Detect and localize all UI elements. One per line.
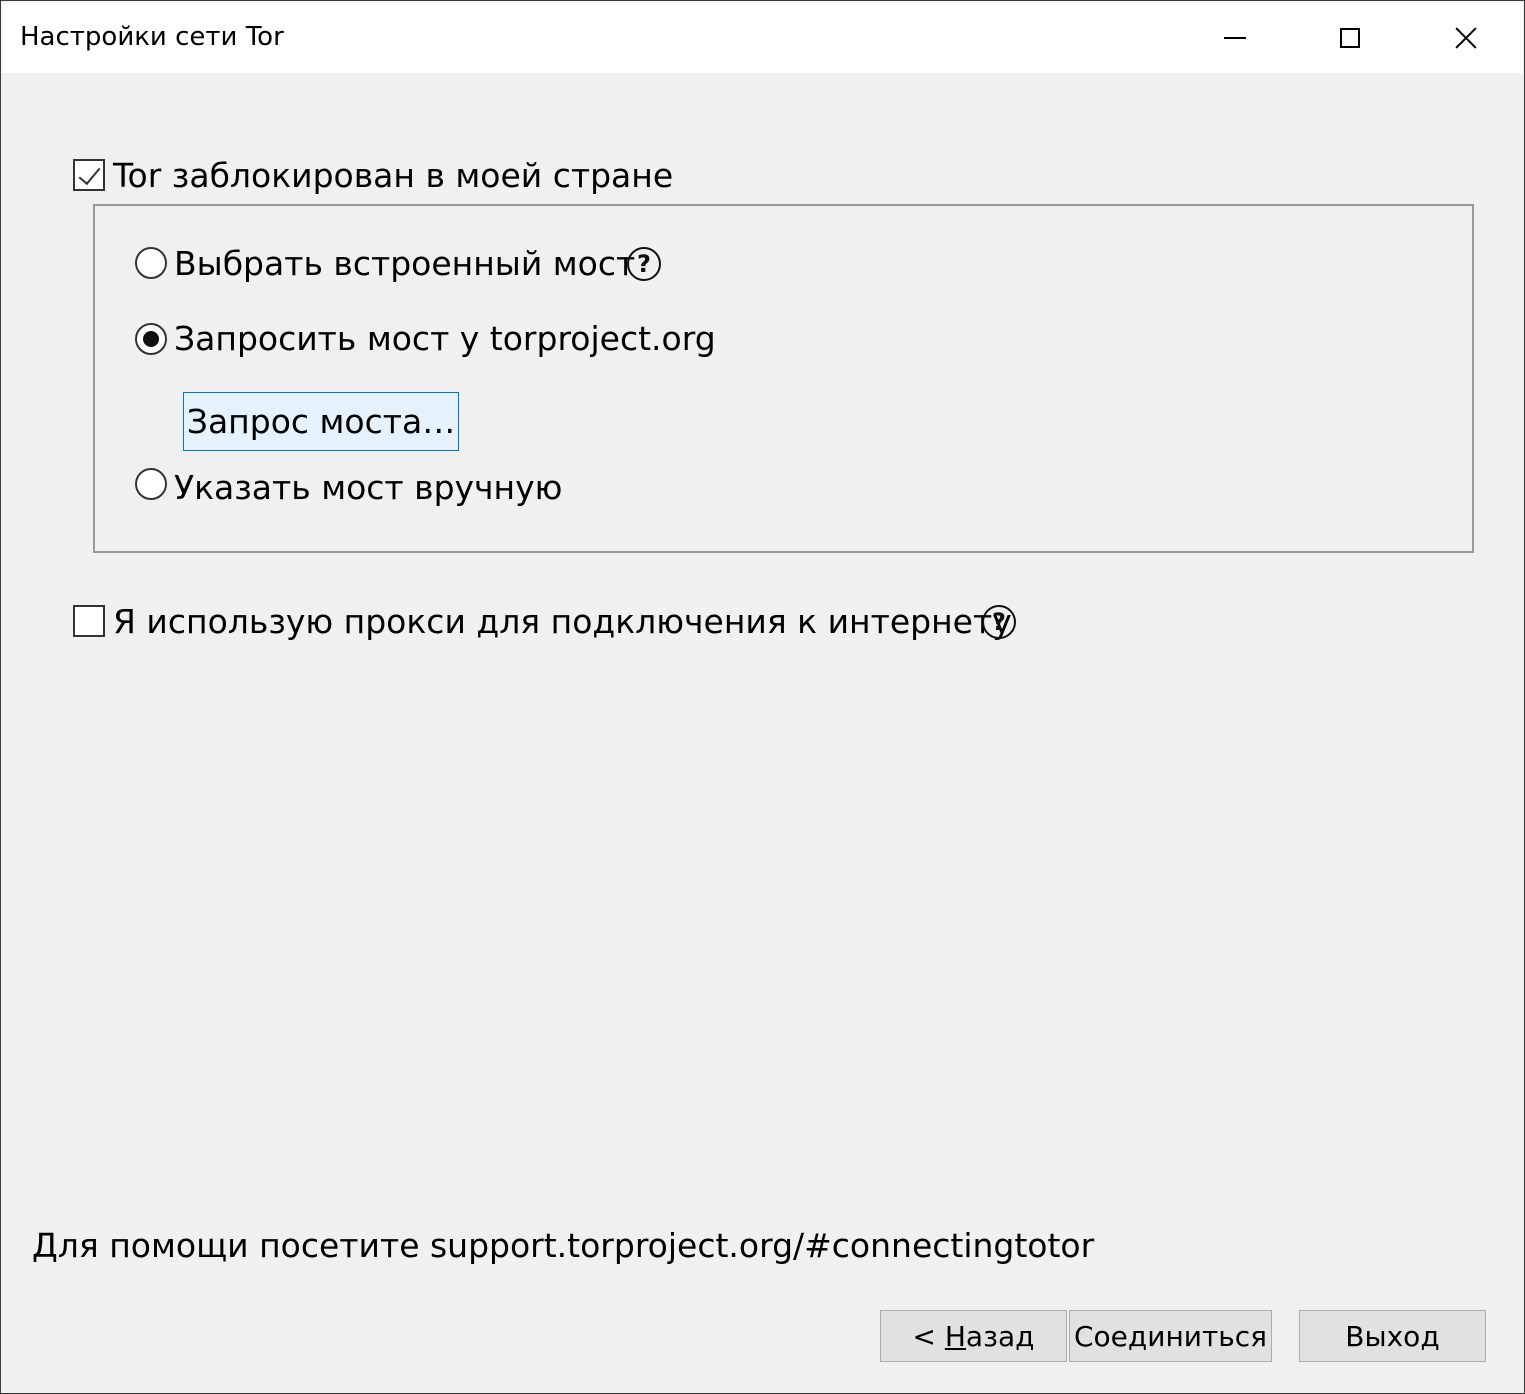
proxy-help-icon[interactable]: ? [982,605,1016,639]
close-icon [1455,27,1477,49]
radio-manual-bridge[interactable] [135,468,167,500]
back-prefix: < [912,1319,945,1353]
exit-button[interactable]: Выход [1299,1310,1486,1362]
proxy-label[interactable]: Я использую прокси для подключения к инт… [113,602,1012,641]
maximize-button[interactable] [1292,2,1407,73]
maximize-icon [1339,27,1360,48]
request-bridge-label[interactable]: Запросить мост у torproject.org [174,319,716,358]
tor-blocked-label[interactable]: Tor заблокирован в моей стране [113,156,673,195]
tor-network-settings-window: Настройки сети Tor Tor заблокирован в мо… [0,0,1525,1394]
back-label-rest: азад [965,1319,1035,1353]
minimize-button[interactable] [1177,2,1292,73]
tor-blocked-checkbox[interactable] [73,159,105,191]
builtin-bridge-label[interactable]: Выбрать встроенный мост [174,244,635,283]
close-button[interactable] [1408,2,1523,73]
manual-bridge-label[interactable]: Указать мост вручную [174,468,562,507]
proxy-checkbox[interactable] [73,605,105,637]
radio-request-bridge[interactable] [135,323,167,355]
request-bridge-button[interactable]: Запрос моста… [183,392,459,451]
back-mnemonic: Н [944,1319,966,1353]
window-title: Настройки сети Tor [20,22,284,52]
support-help-text: Для помощи посетите support.torproject.o… [32,1226,1095,1265]
title-bar[interactable]: Настройки сети Tor [2,2,1523,73]
builtin-bridge-help-icon[interactable]: ? [627,247,661,281]
minimize-icon [1223,36,1246,39]
connect-button[interactable]: Соединиться [1069,1310,1272,1362]
back-button[interactable]: < Назад [880,1310,1067,1362]
radio-builtin-bridge[interactable] [135,247,167,279]
